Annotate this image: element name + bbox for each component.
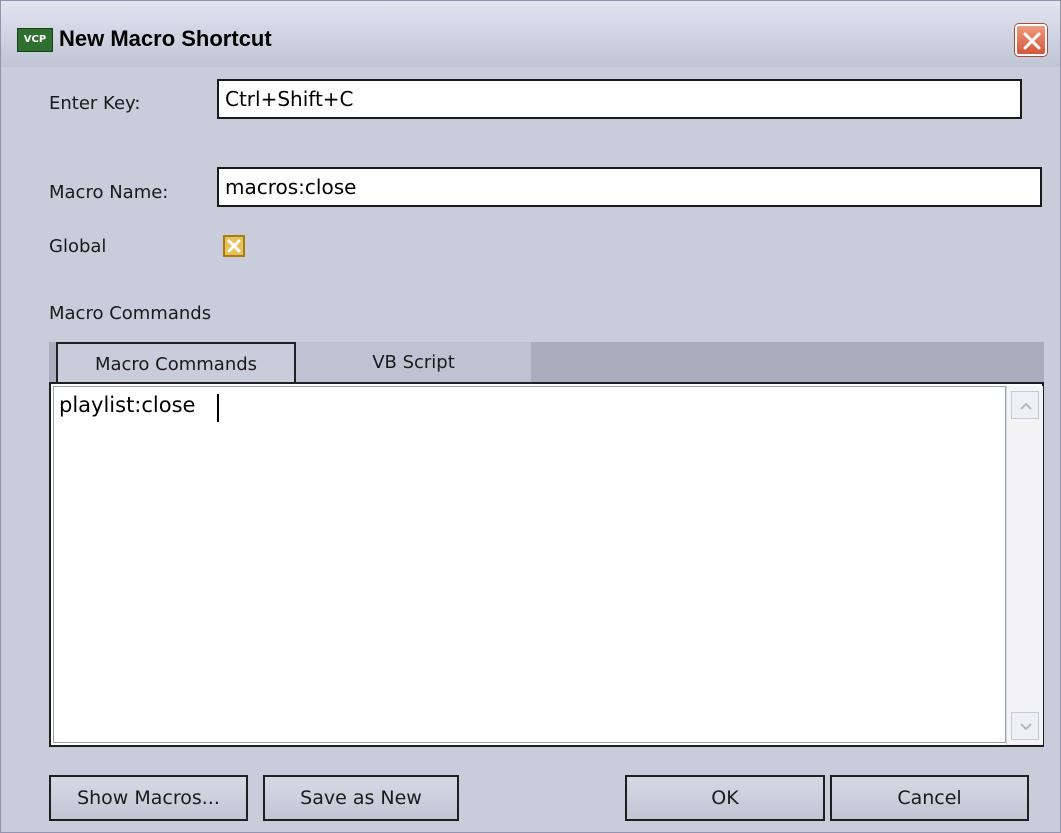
title-bar: VCP New Macro Shortcut [1, 1, 1060, 67]
global-checkbox[interactable] [223, 235, 245, 257]
chevron-up-icon [1020, 402, 1032, 410]
checkbox-x-icon [227, 239, 241, 253]
close-button[interactable] [1015, 24, 1047, 56]
save-as-new-button[interactable]: Save as New [263, 775, 459, 821]
chevron-down-icon [1020, 723, 1032, 731]
editor-text-area[interactable] [53, 386, 1006, 743]
close-icon [1023, 32, 1041, 50]
vertical-scrollbar[interactable] [1006, 386, 1043, 745]
text-caret [217, 394, 219, 422]
editor-content: playlist:close [59, 393, 196, 417]
new-macro-shortcut-dialog: VCP New Macro Shortcut Enter Key: Macro … [0, 0, 1061, 833]
ok-button[interactable]: OK [625, 775, 825, 821]
macro-commands-section-label: Macro Commands [49, 303, 212, 324]
enter-key-field[interactable] [217, 79, 1022, 119]
cancel-button[interactable]: Cancel [830, 775, 1029, 821]
macro-name-field[interactable] [217, 167, 1042, 207]
macro-name-label: Macro Name: [49, 182, 169, 203]
show-macros-button[interactable]: Show Macros... [49, 775, 248, 821]
dialog-title: New Macro Shortcut [59, 26, 272, 51]
vcp-app-icon: VCP [17, 28, 53, 52]
scroll-up-button[interactable] [1011, 391, 1039, 419]
global-label: Global [49, 236, 107, 257]
tab-macro-commands[interactable]: Macro Commands [56, 342, 296, 384]
scroll-down-button[interactable] [1011, 712, 1039, 740]
tab-vb-script[interactable]: VB Script [296, 342, 531, 384]
enter-key-label: Enter Key: [49, 93, 141, 114]
